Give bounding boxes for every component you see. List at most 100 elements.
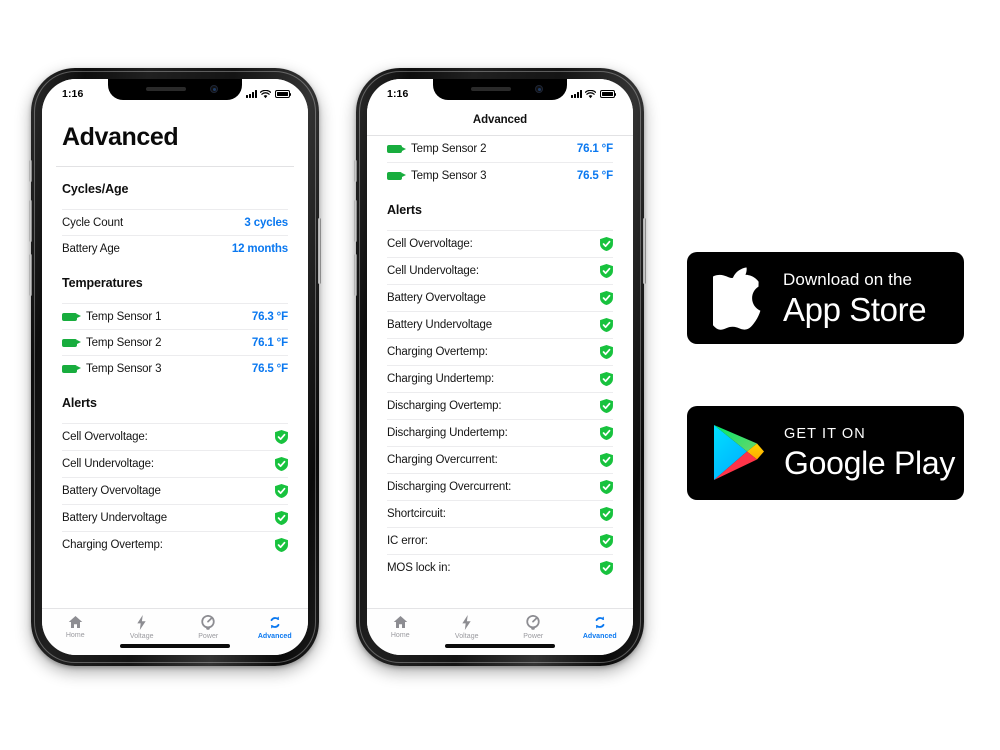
list-item[interactable]: Cell Overvoltage: [387, 230, 613, 257]
row-label: Temp Sensor 2 [411, 143, 487, 155]
list-item[interactable]: Battery Overvoltage [62, 477, 288, 504]
volume-up-button[interactable] [354, 200, 357, 242]
tab-voltage[interactable]: Voltage [109, 615, 176, 640]
power-gauge-icon [526, 615, 540, 630]
refresh-cycle-icon [270, 616, 280, 629]
front-camera-icon [210, 85, 218, 93]
tab-label: Home [65, 632, 85, 639]
volume-up-button[interactable] [29, 200, 32, 242]
section-alerts: Alerts Cell Overvoltage: Cell Undervolta… [367, 188, 633, 581]
list-item[interactable]: Shortcircuit: [387, 500, 613, 527]
tab-home[interactable]: Home [367, 615, 434, 639]
list-item[interactable]: Battery Undervoltage [387, 311, 613, 338]
row-label: Battery Overvoltage [62, 485, 161, 497]
shield-check-icon [600, 264, 613, 278]
power-button[interactable] [318, 218, 321, 284]
shield-check-icon [600, 372, 613, 386]
google-play-big-label: Google Play [784, 445, 956, 482]
row-label: Cycle Count [62, 216, 123, 229]
section-heading: Cycles/Age [62, 182, 129, 196]
earpiece-speaker-icon [146, 87, 186, 91]
list-item[interactable]: Charging Undertemp: [387, 365, 613, 392]
tab-voltage[interactable]: Voltage [434, 615, 501, 640]
tab-label: Advanced [257, 633, 292, 640]
list-item[interactable]: Battery Overvoltage [387, 284, 613, 311]
row-label: Discharging Overcurrent: [387, 481, 512, 493]
list-item[interactable]: Cell Undervoltage: [387, 257, 613, 284]
phone-screen-left: 1:16 Advanced Cycles/Age Cycle Count 3 c… [42, 79, 308, 655]
shield-check-icon [600, 426, 613, 440]
tab-power[interactable]: Power [500, 615, 567, 640]
list-item[interactable]: Charging Overtemp: [62, 531, 288, 558]
battery-icon [599, 90, 616, 98]
list-item[interactable]: Temp Sensor 3 76.5 °F [62, 355, 288, 381]
list-item[interactable]: Temp Sensor 2 76.1 °F [62, 329, 288, 355]
tab-label: Power [198, 633, 219, 640]
row-label: Temp Sensor 1 [86, 310, 162, 323]
section-heading: Alerts [387, 203, 422, 217]
app-store-small-label: Download on the [783, 269, 913, 289]
volume-down-button[interactable] [354, 254, 357, 296]
shield-check-icon [275, 430, 288, 444]
row-value: 76.5 °F [576, 169, 613, 182]
app-store-badge-text: Download on the App Store [783, 269, 927, 326]
silent-switch-button[interactable] [29, 160, 32, 182]
google-play-badge-text: GET IT ON Google Play [784, 427, 955, 480]
apple-logo-icon [713, 267, 761, 330]
row-label: Temp Sensor 3 [411, 169, 487, 182]
list-item[interactable]: Temp Sensor 2 76.1 °F [387, 136, 613, 162]
notch [433, 79, 567, 100]
thermometer-icon [62, 312, 81, 321]
home-indicator[interactable] [120, 644, 230, 648]
row-value: 76.1 °F [251, 336, 288, 349]
list-item[interactable]: Discharging Undertemp: [387, 419, 613, 446]
power-button[interactable] [643, 218, 646, 284]
app-store-badge-button[interactable]: Download on the App Store [687, 252, 964, 344]
list-item[interactable]: Temp Sensor 3 76.5 °F [387, 162, 613, 188]
shield-check-icon [600, 345, 613, 359]
tab-label: Voltage [454, 633, 479, 640]
scroll-content-right[interactable]: Advanced Temp Sensor 2 76.1 °F Temp Sens… [367, 105, 633, 608]
list-item[interactable]: Charging Overtemp: [387, 338, 613, 365]
thermometer-icon [62, 364, 81, 373]
tab-power[interactable]: Power [175, 615, 242, 640]
shield-check-icon [600, 291, 613, 305]
list-item[interactable]: Charging Overcurrent: [387, 446, 613, 473]
phone-screen-right: 1:16 Advanced Temp Sensor 2 76.1 °F Temp… [367, 79, 633, 655]
section-heading: Temperatures [62, 276, 143, 290]
list-item[interactable]: Battery Undervoltage [62, 504, 288, 531]
list-item[interactable]: Temp Sensor 1 76.3 °F [62, 303, 288, 329]
shield-check-icon [600, 237, 613, 251]
tab-advanced[interactable]: Advanced [242, 615, 309, 640]
row-value: 3 cycles [244, 216, 288, 229]
bolt-icon [462, 615, 471, 630]
google-play-badge-button[interactable]: GET IT ON Google Play [687, 406, 964, 500]
row-label: Cell Overvoltage: [62, 431, 148, 443]
list-item[interactable]: Cell Overvoltage: [62, 423, 288, 450]
list-item[interactable]: IC error: [387, 527, 613, 554]
shield-check-icon [600, 561, 613, 575]
screenshot-stage: 1:16 Advanced Cycles/Age Cycle Count 3 c… [0, 0, 1000, 750]
status-time: 1:16 [387, 88, 409, 100]
list-item[interactable]: Cell Undervoltage: [62, 450, 288, 477]
tab-advanced[interactable]: Advanced [567, 615, 634, 640]
list-item[interactable]: Discharging Overcurrent: [387, 473, 613, 500]
list-item[interactable]: Cycle Count 3 cycles [62, 209, 288, 235]
google-play-small-label: GET IT ON [784, 425, 866, 442]
row-label: Charging Overcurrent: [387, 454, 498, 466]
shield-check-icon [275, 538, 288, 552]
list-item[interactable]: MOS lock in: [387, 554, 613, 581]
shield-check-icon [275, 484, 288, 498]
list-item[interactable]: Discharging Overtemp: [387, 392, 613, 419]
section-temperatures: Temperatures Temp Sensor 1 76.3 °F Temp … [42, 261, 308, 381]
volume-down-button[interactable] [29, 254, 32, 296]
home-indicator[interactable] [445, 644, 555, 648]
scroll-content-left[interactable]: Advanced Cycles/Age Cycle Count 3 cycles… [42, 105, 308, 608]
row-value: 12 months [231, 242, 288, 255]
signal-bars-icon [570, 90, 582, 98]
list-item[interactable]: Battery Age 12 months [62, 235, 288, 261]
silent-switch-button[interactable] [354, 160, 357, 182]
phone-mockup-left: 1:16 Advanced Cycles/Age Cycle Count 3 c… [29, 68, 321, 666]
tab-home[interactable]: Home [42, 615, 109, 639]
thermometer-icon [387, 145, 406, 153]
